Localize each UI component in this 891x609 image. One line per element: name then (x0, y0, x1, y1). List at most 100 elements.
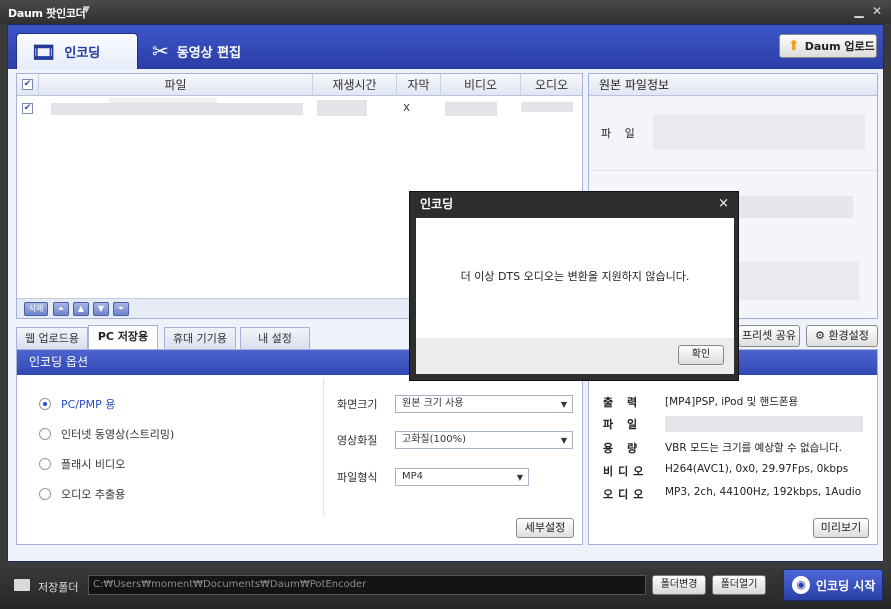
subtitle-value: x (403, 100, 411, 114)
settings-label: 환경설정 (828, 329, 869, 342)
save-folder-label: 저장폴더 (38, 581, 79, 594)
radio-audio-extract[interactable]: 오디오 추출용 (39, 486, 125, 502)
file-format-label: 파일형식 (337, 471, 378, 484)
column-audio[interactable]: 오디오 (521, 74, 582, 96)
radio-label: 인터넷 동영상(스트리밍) (61, 428, 175, 441)
quality-select[interactable]: 고화질(100%) ▼ (395, 431, 573, 449)
output-row: 오디오 MP3, 2ch, 44100Hz, 192kbps, 1Audio (603, 486, 861, 502)
duration-redacted (317, 100, 367, 116)
output-key: 파 일 (603, 418, 643, 431)
audio-redacted (521, 102, 573, 112)
tab-video-edit[interactable]: ✂ 동영상 편집 (144, 33, 284, 69)
file-redacted (665, 416, 863, 432)
ok-button[interactable]: 확인 (678, 345, 724, 365)
output-row: 비디오 H264(AVC1), 0x0, 29.97Fps, 0kbps (603, 463, 848, 479)
radio-streaming[interactable]: 인터넷 동영상(스트리밍) (39, 426, 174, 442)
close-icon[interactable]: × (718, 196, 729, 211)
dialog-title: 인코딩 (420, 197, 454, 211)
quality-label: 영상화질 (337, 434, 378, 447)
daum-upload-button[interactable]: ⬆ Daum 업로드 (779, 34, 877, 58)
move-down-button[interactable]: ▼ (93, 302, 109, 316)
row-checkbox[interactable]: ✔ (22, 103, 33, 114)
file-name-redacted (51, 103, 303, 115)
tab-label: 인코딩 (64, 46, 101, 61)
up-arrow-icon: ⬆ (788, 38, 800, 54)
preset-share-button[interactable]: 프리셋 공유 (738, 325, 800, 347)
start-label: 인코딩 시작 (816, 578, 876, 593)
tab-pc-storage[interactable]: PC 저장용 (88, 325, 158, 350)
header-checkbox-cell: ✔ (17, 74, 39, 96)
output-value: H264(AVC1), 0x0, 29.97Fps, 0kbps (665, 463, 849, 475)
open-folder-button[interactable]: 폴더열기 (712, 575, 766, 595)
radio-label: 오디오 추출용 (61, 488, 126, 501)
move-top-button[interactable]: ⏶ (53, 302, 69, 316)
settings-button[interactable]: ⚙ 환경설정 (806, 325, 878, 347)
folder-icon (14, 579, 30, 591)
alert-dialog: 인코딩 × 더 이상 DTS 오디오는 변환을 지원하지 않습니다. 확인 (409, 191, 739, 381)
output-value: [MP4]PSP, iPod 및 핸드폰용 (665, 396, 799, 408)
window-title: Daum 팟인코더 (8, 7, 86, 20)
radio-label: PC/PMP 용 (61, 398, 116, 411)
radio-dot (39, 398, 51, 410)
dialog-message: 더 이상 DTS 오디오는 변환을 지원하지 않습니다. (416, 218, 734, 338)
delete-button[interactable]: 삭제 (24, 302, 48, 316)
tab-my-settings[interactable]: 내 설정 (240, 327, 310, 349)
radio-pc-pmp[interactable]: PC/PMP 용 (39, 396, 115, 412)
output-row: 출 력 [MP4]PSP, iPod 및 핸드폰용 (603, 394, 798, 410)
tab-web-upload[interactable]: 웹 업로드용 (16, 327, 88, 349)
screen-size-label: 화면크기 (337, 398, 378, 411)
chevron-down-icon[interactable]: ▼ (83, 5, 90, 15)
column-subtitle[interactable]: 자막 (397, 74, 441, 96)
output-row: 용 량 VBR 모드는 크기를 예상할 수 없습니다. (603, 440, 842, 456)
output-value: VBR 모드는 크기를 예상할 수 없습니다. (665, 442, 842, 454)
tab-mobile-device[interactable]: 휴대 기기용 (164, 327, 236, 349)
app-window: Daum 팟인코더 ▼ ▁ ✕ 🎞 인코딩 ✂ 동영상 편집 ⬆ Daum 업로… (0, 0, 891, 609)
chevron-down-icon: ▼ (560, 436, 567, 445)
tab-encoding[interactable]: 🎞 인코딩 (16, 33, 138, 69)
radio-flash-video[interactable]: 플래시 비디오 (39, 456, 125, 472)
bottom-bar: 저장폴더 C:₩Users₩moment₩Documents₩Daum₩PotE… (0, 562, 891, 609)
info-redacted (733, 262, 859, 300)
output-value: MP3, 2ch, 44100Hz, 192kbps, 1Audio (665, 486, 862, 498)
save-path-field[interactable]: C:₩Users₩moment₩Documents₩Daum₩PotEncode… (88, 575, 646, 595)
select-value: 원본 크기 사용 (402, 398, 464, 409)
file-list-header: ✔ 파일 재생시간 자막 비디오 오디오 (17, 74, 582, 96)
dialog-footer: 확인 (416, 338, 734, 374)
output-key: 용 량 (603, 442, 643, 455)
move-bottom-button[interactable]: ⏷ (113, 302, 129, 316)
file-label: 파 일 (601, 127, 640, 140)
minimize-button[interactable]: ▁ (853, 4, 865, 18)
radio-dot (39, 428, 51, 440)
file-format-select[interactable]: MP4 ▼ (395, 468, 529, 486)
info-redacted (719, 196, 853, 218)
column-video[interactable]: 비디오 (441, 74, 521, 96)
radio-dot (39, 458, 51, 470)
output-row: 파 일 (603, 416, 863, 432)
preview-button[interactable]: 미리보기 (813, 518, 869, 538)
film-reel-icon: 🎞 (31, 39, 57, 64)
file-info-redacted (653, 114, 865, 150)
output-key: 비디오 (603, 465, 649, 478)
radio-dot (39, 488, 51, 500)
film-reel-icon: ◉ (792, 576, 810, 594)
column-file[interactable]: 파일 (39, 74, 313, 96)
screen-size-select[interactable]: 원본 크기 사용 ▼ (395, 395, 573, 413)
move-up-button[interactable]: ▲ (73, 302, 89, 316)
title-bar: Daum 팟인코더 ▼ ▁ ✕ (0, 0, 891, 24)
upload-label: Daum 업로드 (804, 40, 875, 53)
tab-label: 동영상 편집 (176, 45, 242, 61)
select-all-checkbox[interactable]: ✔ (22, 79, 33, 90)
output-key: 오디오 (603, 488, 649, 501)
select-value: MP4 (402, 471, 424, 482)
video-redacted (445, 102, 497, 116)
select-value: 고화질(100%) (402, 434, 466, 445)
close-button[interactable]: ✕ (871, 4, 883, 18)
redacted-bar (109, 98, 217, 103)
chevron-down-icon: ▼ (560, 400, 567, 409)
detail-settings-button[interactable]: 세부설정 (516, 518, 574, 538)
column-duration[interactable]: 재생시간 (313, 74, 397, 96)
start-encoding-button[interactable]: ◉ 인코딩 시작 (783, 569, 883, 601)
change-folder-button[interactable]: 폴더변경 (652, 575, 706, 595)
table-row[interactable]: ✔ x (17, 98, 582, 120)
gear-icon: ⚙ (815, 329, 829, 342)
